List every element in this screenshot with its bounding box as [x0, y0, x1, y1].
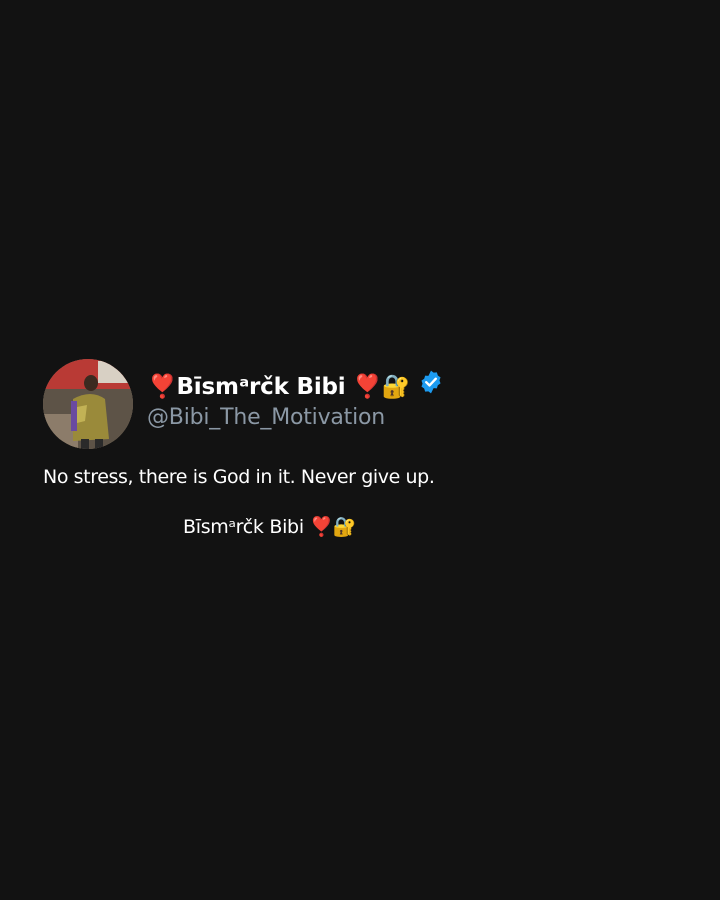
- avatar[interactable]: [43, 359, 133, 449]
- user-handle[interactable]: @Bibi_The_Motivation: [147, 405, 385, 430]
- display-name-row[interactable]: ❣️Bīsmᵃrčk Bibi ❣️🔐: [148, 369, 444, 403]
- avatar-photo: [43, 359, 133, 449]
- quote-card: ❣️Bīsmᵃrčk Bibi ❣️🔐 @Bibi_The_Motivation…: [0, 0, 720, 900]
- verified-badge-icon: [418, 369, 444, 395]
- signature-text: Bīsmᵃrčk Bibi ❣️🔐: [183, 516, 357, 538]
- post-text: No stress, there is God in it. Never giv…: [43, 466, 435, 488]
- display-name[interactable]: ❣️Bīsmᵃrčk Bibi ❣️🔐: [148, 373, 410, 400]
